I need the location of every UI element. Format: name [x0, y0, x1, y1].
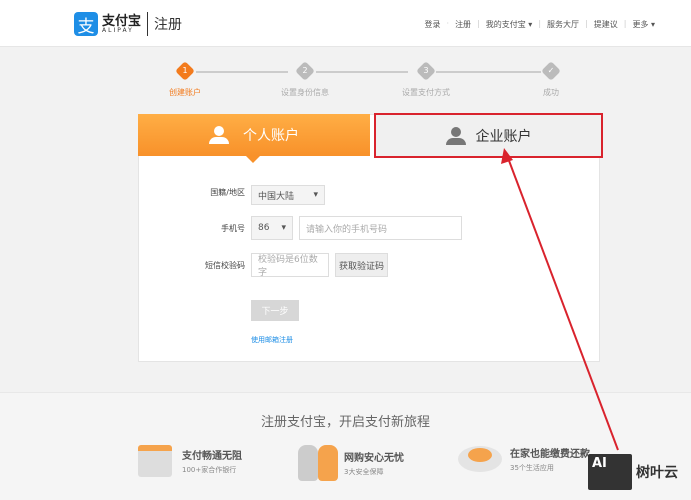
annotation-arrow	[501, 148, 619, 451]
watermark-logo-icon: AI	[588, 454, 632, 490]
watermark: AI 树叶云	[588, 454, 678, 490]
